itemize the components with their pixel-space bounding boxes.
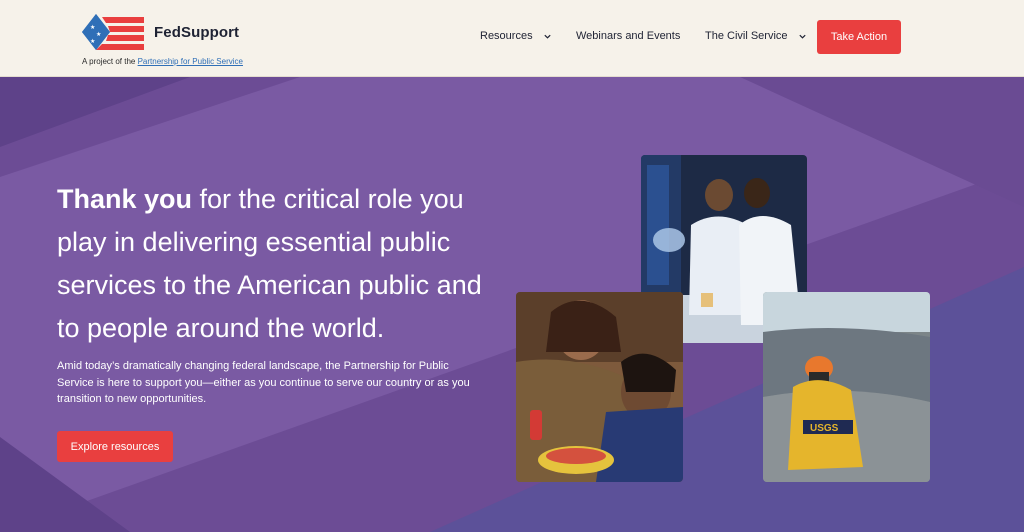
take-action-button[interactable]: Take Action <box>817 20 901 54</box>
nav-resources-label: Resources <box>480 30 533 42</box>
nav-civil-service[interactable]: The Civil Service <box>705 30 807 42</box>
hero-headline: Thank you for the critical role you play… <box>57 178 497 350</box>
chevron-down-icon <box>798 34 806 39</box>
nav-civil-service-label: The Civil Service <box>705 30 788 42</box>
tagline-prefix: A project of the <box>82 57 138 66</box>
photo-family <box>516 292 683 482</box>
hero-section: Thank you for the critical role you play… <box>0 77 1024 532</box>
nav-webinars-label: Webinars and Events <box>576 30 681 42</box>
hero-subtext: Amid today’s dramatically changing feder… <box>57 360 470 405</box>
headline-bold: Thank you <box>57 184 193 214</box>
tagline: A project of the Partnership for Public … <box>82 57 243 66</box>
photo-usgs-worker: USGS <box>763 292 930 482</box>
logo[interactable]: ★ ★ ★ FedSupport <box>82 14 239 50</box>
svg-text:★: ★ <box>90 38 95 45</box>
flag-logo-icon: ★ ★ ★ <box>82 14 144 50</box>
nav-resources[interactable]: Resources <box>480 30 552 42</box>
usgs-badge: USGS <box>810 423 839 434</box>
svg-text:★: ★ <box>96 31 101 38</box>
partnership-link[interactable]: Partnership for Public Service <box>138 57 243 66</box>
svg-text:★: ★ <box>90 24 95 31</box>
nav-webinars[interactable]: Webinars and Events <box>576 30 680 42</box>
brand-name: FedSupport <box>154 23 240 41</box>
chevron-down-icon <box>543 34 551 39</box>
explore-resources-button[interactable]: Explore resources <box>57 431 173 462</box>
site-header: ★ ★ ★ FedSupport A project of the Partne… <box>0 0 1024 77</box>
